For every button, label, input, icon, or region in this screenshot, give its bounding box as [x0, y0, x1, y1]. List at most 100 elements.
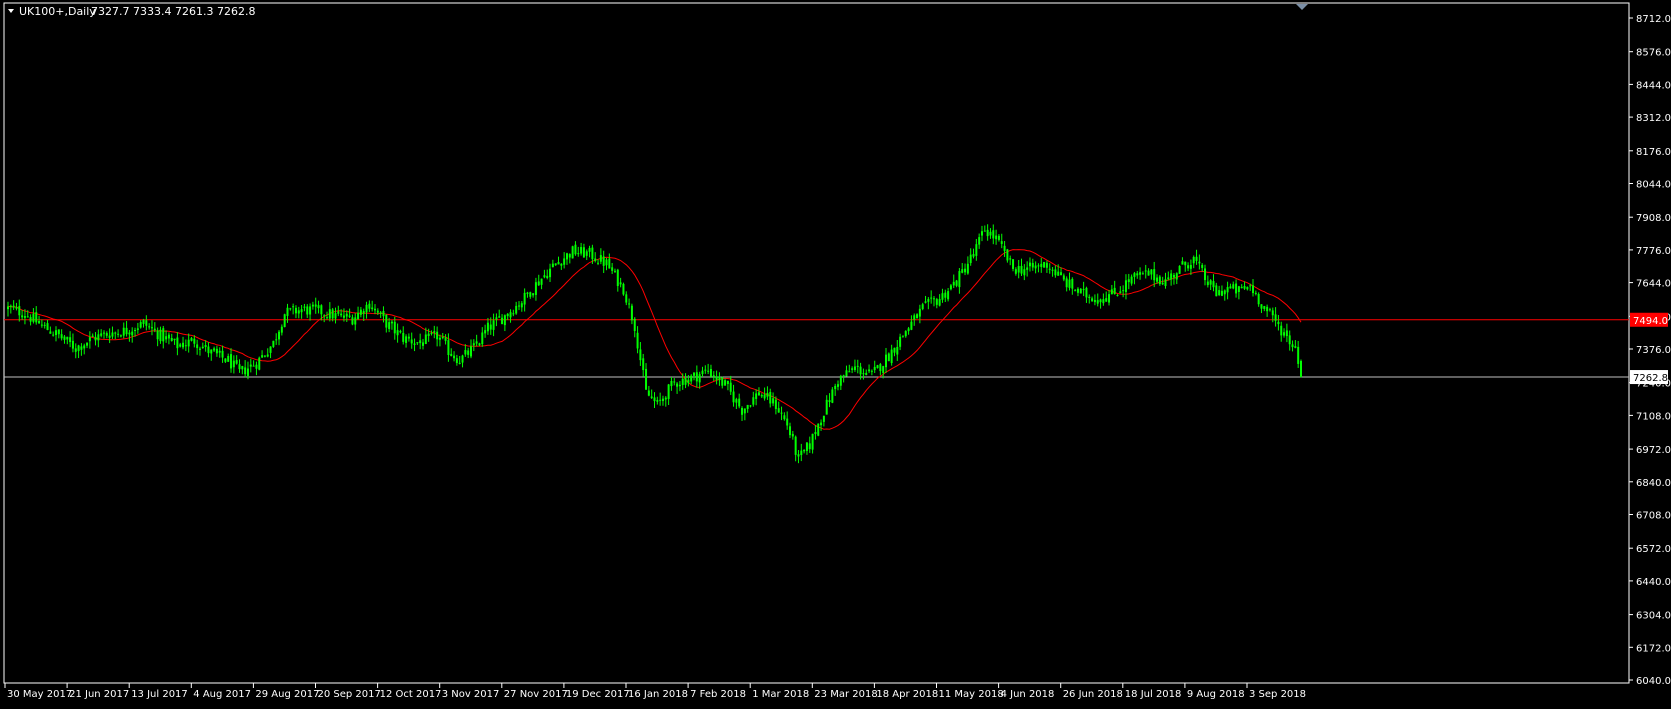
candle: [1263, 305, 1266, 312]
price-chart[interactable]: UK100+,Daily 7327.7 7333.4 7261.3 7262.8…: [0, 0, 1671, 704]
candle-body: [238, 364, 241, 370]
candle: [184, 339, 187, 352]
candle-body: [303, 306, 306, 308]
candle-body: [1181, 261, 1184, 265]
candle: [419, 333, 422, 350]
candle: [86, 342, 89, 349]
candle: [1252, 279, 1255, 297]
candle-body: [690, 375, 693, 382]
candle: [1096, 293, 1099, 307]
dropdown-triangle-icon[interactable]: [8, 9, 14, 13]
candle: [196, 339, 199, 355]
candle: [732, 384, 735, 407]
x-tick-label: 13 Jul 2017: [131, 689, 188, 700]
candle: [695, 365, 698, 388]
candle: [1026, 261, 1029, 277]
candle-body: [726, 380, 729, 384]
candle: [455, 354, 458, 366]
candle: [549, 263, 552, 283]
candle: [221, 345, 224, 363]
candle-body: [613, 270, 616, 272]
candle: [213, 346, 216, 352]
candle-body: [509, 312, 512, 318]
shift-marker-icon[interactable]: [1296, 4, 1308, 10]
candle-body: [1274, 314, 1277, 321]
candle: [263, 355, 266, 358]
candle: [176, 332, 179, 356]
candle-body: [1065, 278, 1068, 288]
candle-body: [475, 341, 478, 344]
candle-body: [122, 327, 125, 336]
candle: [515, 301, 518, 315]
candle-body: [12, 305, 15, 308]
candle-body: [453, 355, 456, 359]
candle-body: [1268, 309, 1271, 311]
candle-body: [701, 370, 704, 375]
candle: [565, 252, 568, 265]
candle: [167, 332, 170, 345]
candle: [1187, 262, 1190, 272]
candle: [498, 309, 501, 318]
price-label-text: 7494.0: [1633, 316, 1668, 327]
candle: [1012, 259, 1015, 272]
candle-body: [549, 268, 552, 278]
candle-body: [1054, 269, 1057, 276]
candle: [721, 376, 724, 389]
candle-body: [117, 333, 120, 335]
candle: [450, 348, 453, 357]
candle-body: [1288, 335, 1291, 345]
candle: [453, 351, 456, 362]
candle-body: [489, 324, 492, 330]
candle: [983, 225, 986, 232]
candle: [791, 430, 794, 440]
candle-body: [1082, 289, 1085, 291]
x-tick-label: 12 Oct 2017: [380, 689, 442, 700]
candle-body: [427, 333, 430, 337]
y-tick-label: 6304.0: [1636, 611, 1671, 622]
candle-body: [334, 313, 337, 319]
candle: [1000, 233, 1003, 249]
candle: [1260, 304, 1263, 314]
candle: [882, 365, 885, 379]
candle: [241, 365, 244, 375]
y-tick-label: 8176.0: [1636, 147, 1671, 158]
candle: [856, 359, 859, 374]
candle-body: [252, 365, 255, 367]
candle-body: [1249, 285, 1252, 287]
candle: [29, 314, 32, 326]
candle: [40, 319, 43, 328]
candle: [820, 419, 823, 431]
candle-body: [611, 267, 614, 271]
candle-body: [910, 321, 913, 330]
candle-body: [309, 306, 312, 315]
candle: [1280, 321, 1283, 342]
candle: [1099, 298, 1102, 309]
candle: [309, 303, 312, 321]
candle-body: [1263, 306, 1266, 309]
candle: [574, 241, 577, 256]
candle: [300, 304, 303, 319]
candle: [52, 331, 55, 337]
candle-body: [348, 315, 351, 317]
candle-body: [868, 369, 871, 372]
candle: [374, 304, 377, 315]
candle: [794, 435, 797, 462]
candle: [165, 330, 168, 343]
candle-body: [108, 335, 111, 338]
candle-body: [526, 292, 529, 294]
candle: [1167, 271, 1170, 281]
candle: [215, 345, 218, 357]
candle: [1235, 279, 1238, 298]
candle: [876, 364, 879, 369]
candle-body: [628, 303, 631, 305]
candle: [1240, 284, 1243, 289]
chart-root[interactable]: UK100+,Daily 7327.7 7333.4 7261.3 7262.8…: [0, 0, 1671, 704]
candle-body: [196, 344, 199, 349]
y-tick-label: 6708.0: [1636, 511, 1671, 522]
candle: [224, 358, 227, 363]
candle-body: [21, 315, 24, 318]
candle: [88, 331, 91, 349]
candle: [97, 329, 100, 348]
candle-body: [876, 365, 879, 369]
candle: [616, 268, 619, 292]
